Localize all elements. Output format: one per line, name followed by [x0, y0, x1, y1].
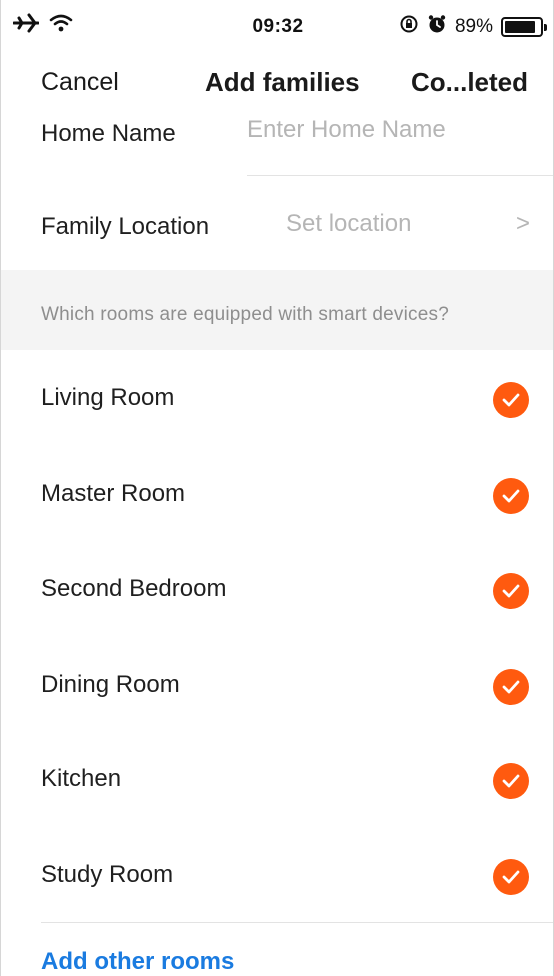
checkmark-icon[interactable] [493, 859, 529, 895]
battery-nub [544, 24, 547, 31]
status-bar: 09:32 89% [1, 0, 553, 50]
checkmark-icon[interactable] [493, 478, 529, 514]
page-title: Add families [205, 67, 360, 97]
divider [247, 175, 553, 176]
battery-fill [505, 21, 535, 33]
battery-percent: 89% [454, 16, 493, 37]
room-row-study-room[interactable]: Study Room [1, 827, 553, 922]
room-row-kitchen[interactable]: Kitchen [1, 731, 553, 826]
checkmark-icon[interactable] [493, 669, 529, 705]
room-row-living-room[interactable]: Living Room [1, 350, 553, 445]
room-label: Master Room [41, 480, 186, 507]
family-location-label: Family Location [41, 213, 210, 240]
add-other-rooms-link[interactable]: Add other rooms [41, 948, 234, 976]
family-location-select[interactable]: Set location [286, 210, 411, 238]
rooms-section-header: Which rooms are equipped with smart devi… [1, 270, 553, 350]
nav-bar: Cancel Add families Co...leted [1, 60, 553, 110]
room-label: Living Room [41, 384, 175, 411]
room-label: Dining Room [41, 671, 180, 698]
rotation-lock-icon [399, 14, 419, 40]
room-label: Study Room [41, 861, 174, 888]
home-name-input[interactable]: Enter Home Name [247, 116, 446, 144]
checkmark-icon[interactable] [493, 382, 529, 418]
alarm-icon [427, 14, 447, 40]
room-row-second-bedroom[interactable]: Second Bedroom [1, 541, 553, 636]
battery-icon [501, 17, 547, 37]
room-label: Second Bedroom [41, 575, 227, 602]
room-label: Kitchen [41, 765, 122, 792]
room-row-dining-room[interactable]: Dining Room [1, 637, 553, 732]
room-row-master-room[interactable]: Master Room [1, 446, 553, 541]
completed-button[interactable]: Co...leted [411, 67, 528, 98]
chevron-right-icon[interactable]: > [516, 210, 530, 238]
add-family-screen: 09:32 89% Cancel Add families Co...leted… [0, 0, 554, 976]
checkmark-icon[interactable] [493, 573, 529, 609]
cancel-button[interactable]: Cancel [41, 68, 119, 97]
status-right: 89% [399, 14, 547, 40]
divider [41, 922, 553, 923]
checkmark-icon[interactable] [493, 763, 529, 799]
home-name-label: Home Name [41, 120, 176, 147]
rooms-prompt: Which rooms are equipped with smart devi… [41, 304, 449, 325]
